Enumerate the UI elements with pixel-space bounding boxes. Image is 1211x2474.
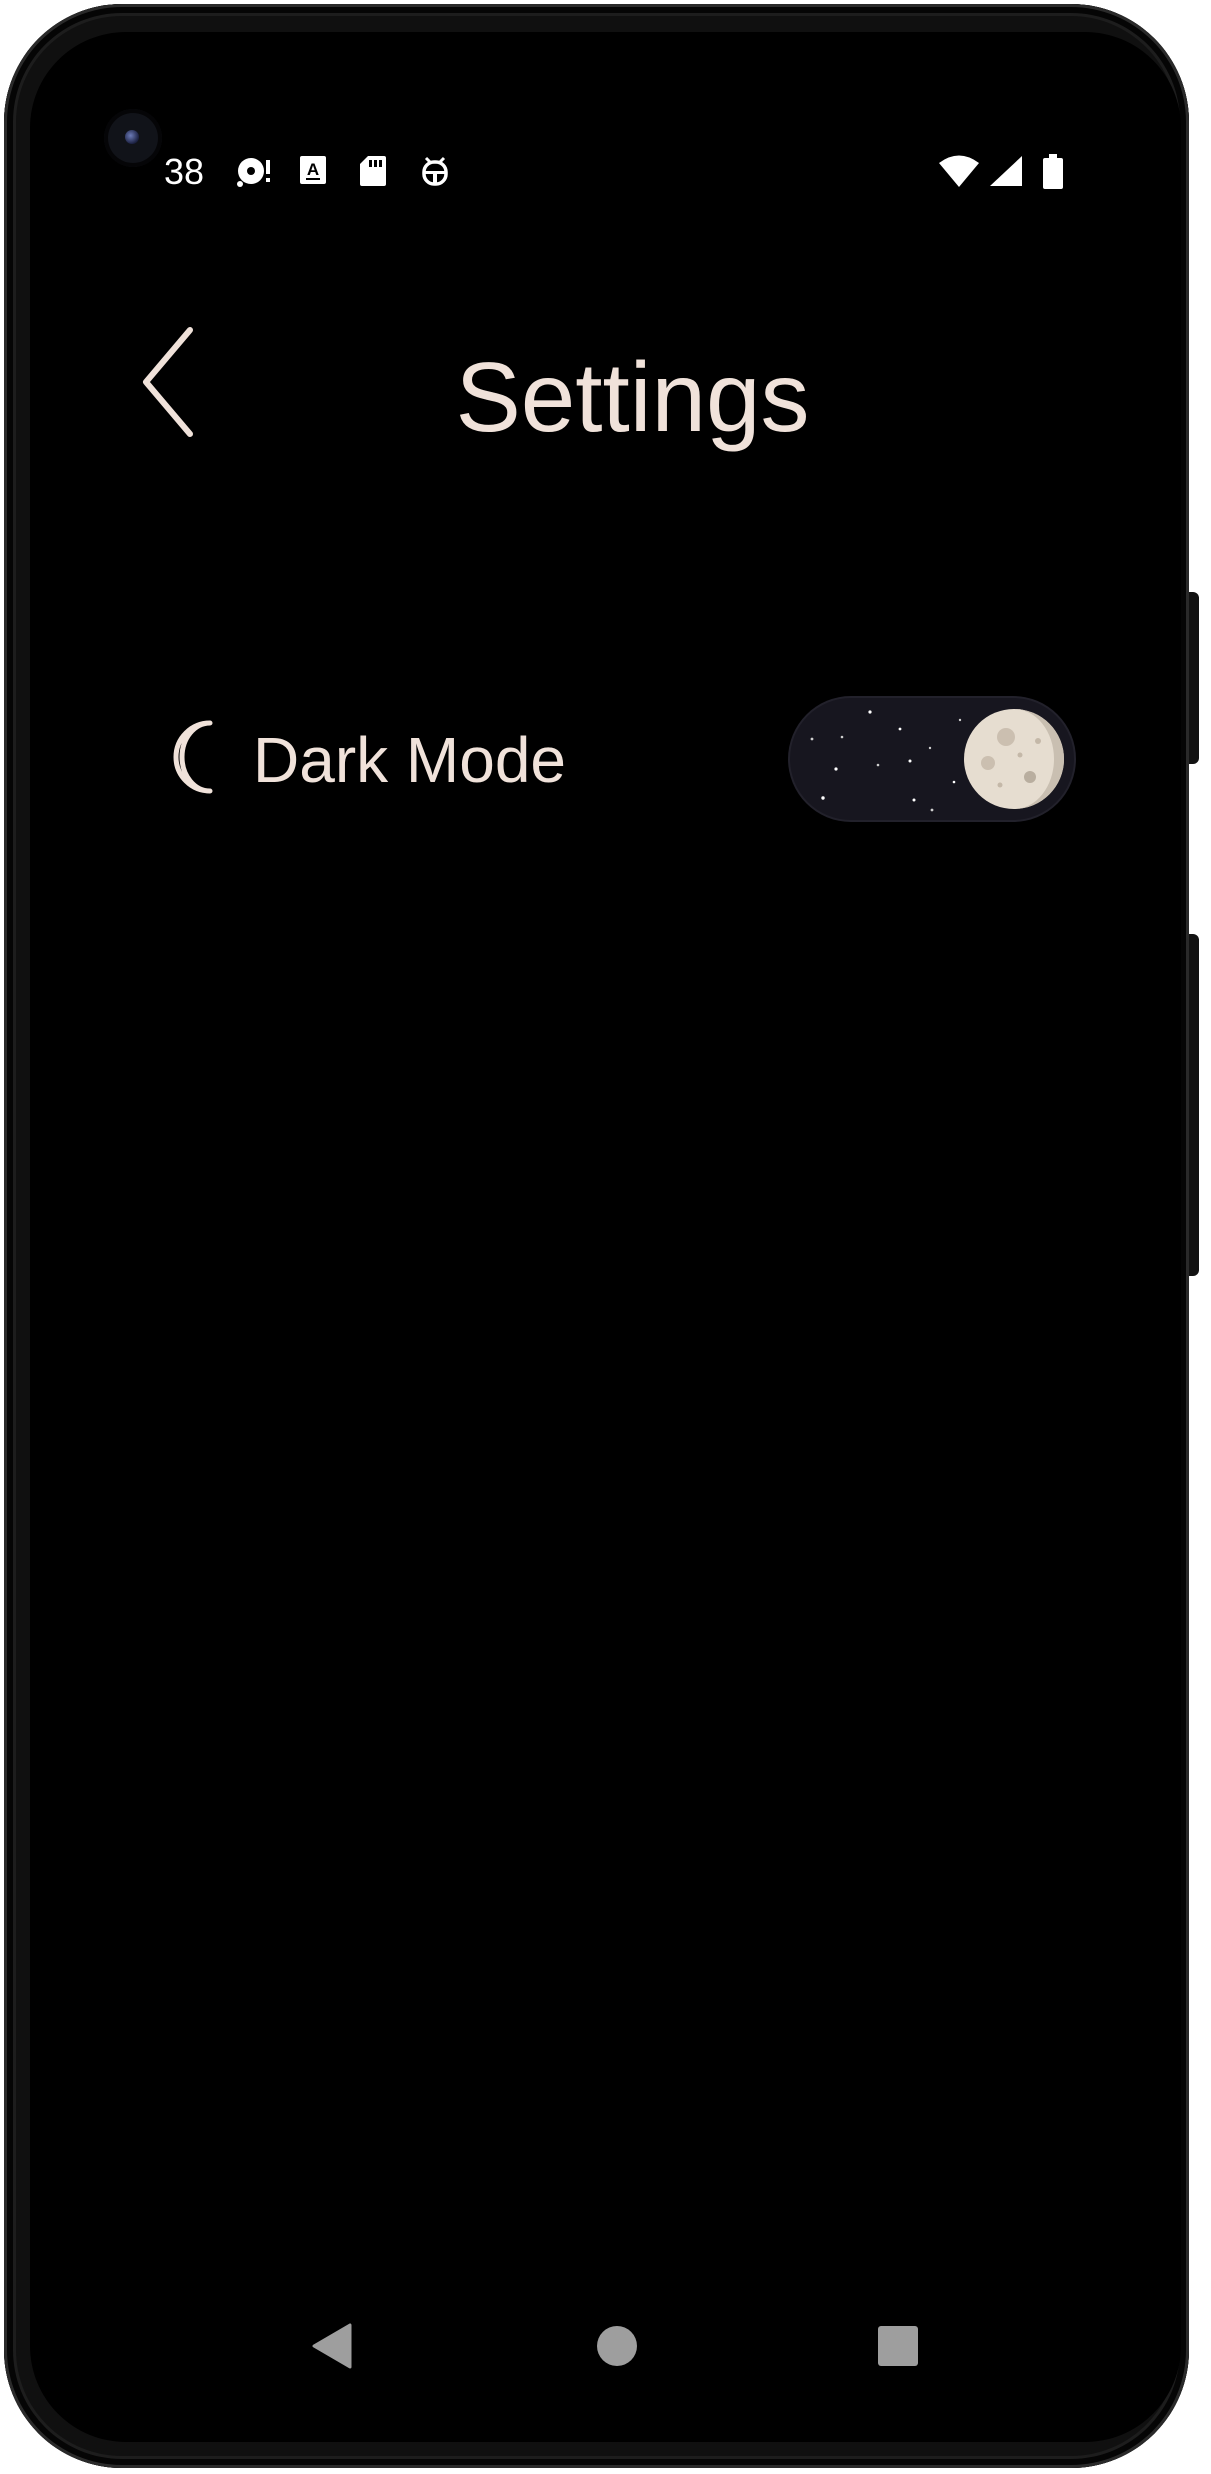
nav-home-button[interactable]: [567, 2296, 667, 2396]
battery-icon: [1043, 154, 1063, 189]
navigation-bar: [30, 2296, 1181, 2396]
page-title: Settings: [455, 342, 810, 452]
media-disc-icon: [237, 158, 270, 187]
crescent-moon-icon: [173, 720, 213, 794]
setting-row-dark-mode: Dark Mode: [150, 687, 1110, 827]
dark-mode-label: Dark Mode: [253, 724, 566, 796]
volume-button: [1189, 934, 1199, 1276]
screen: 38 A Settings Dark Mode: [30, 32, 1181, 2442]
moon-knob-icon: [964, 709, 1064, 809]
svg-text:A: A: [307, 160, 319, 179]
home-circle-icon: [597, 2326, 637, 2366]
back-triangle-icon: [312, 2323, 352, 2369]
sd-card-icon: [360, 156, 386, 186]
status-time: 38: [164, 151, 205, 192]
front-camera: [104, 109, 162, 167]
dark-mode-toggle[interactable]: [790, 698, 1074, 820]
cell-signal-icon: [990, 156, 1022, 186]
recents-square-icon: [878, 2326, 918, 2366]
bug-icon: [422, 156, 448, 186]
nav-recents-button[interactable]: [848, 2296, 948, 2396]
text-a-icon: A: [300, 156, 326, 184]
power-button: [1189, 592, 1199, 764]
wifi-icon: [939, 155, 979, 187]
nav-back-button[interactable]: [282, 2296, 382, 2396]
